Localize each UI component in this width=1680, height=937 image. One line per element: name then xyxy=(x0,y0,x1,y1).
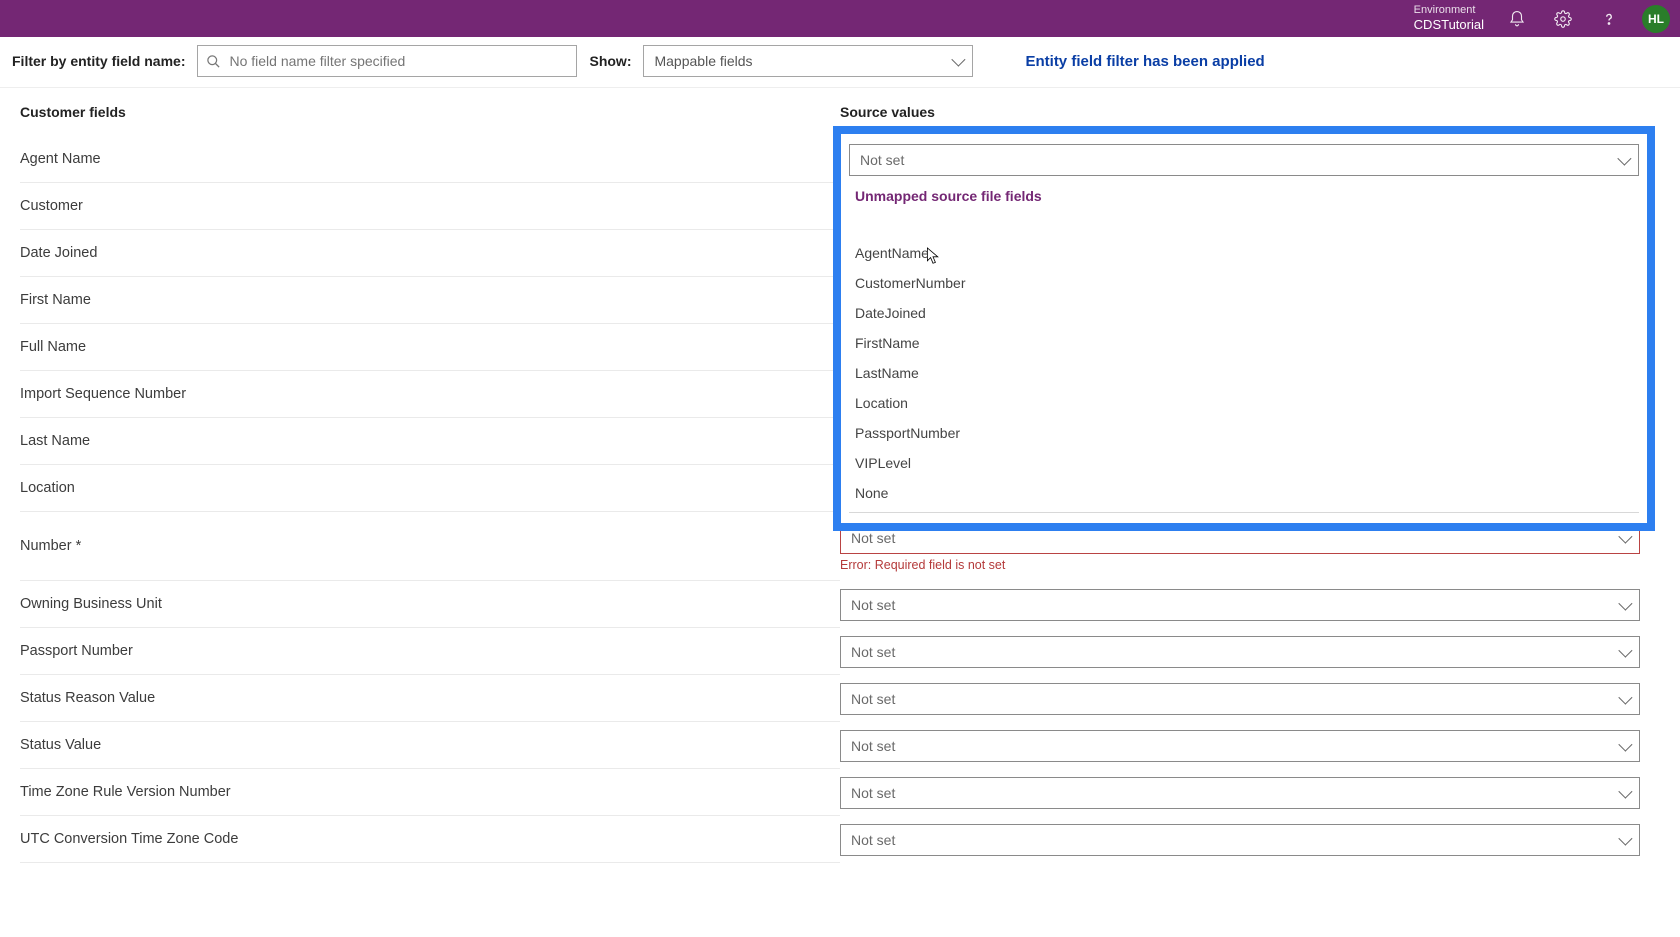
dropdown-option[interactable]: PassportNumber xyxy=(841,418,1647,448)
source-value-select[interactable]: Not set xyxy=(840,777,1640,809)
field-row: Date Joined xyxy=(20,230,840,277)
value-row: Not set xyxy=(840,675,1660,722)
source-value-select[interactable]: Not set xyxy=(840,730,1640,762)
value-row: Not set xyxy=(840,581,1660,628)
bell-icon[interactable] xyxy=(1508,10,1526,28)
divider xyxy=(849,512,1639,513)
chevron-down-icon xyxy=(1618,529,1632,543)
error-text: Error: Required field is not set xyxy=(840,558,1005,572)
dropdown-group-header: Unmapped source file fields xyxy=(841,186,1647,222)
filter-label: Filter by entity field name: xyxy=(12,53,185,69)
field-row: Agent Name xyxy=(20,136,840,183)
field-row: Status Value xyxy=(20,722,840,769)
customer-fields-column: Customer fields Agent Name Customer Date… xyxy=(20,98,840,863)
show-dropdown[interactable]: Mappable fields xyxy=(643,45,973,77)
source-value-select[interactable]: Not set xyxy=(840,824,1640,856)
chevron-down-icon xyxy=(952,53,966,67)
value-row: Not set xyxy=(840,816,1660,863)
environment-block[interactable]: Environment CDSTutorial xyxy=(1404,4,1484,33)
top-bar: Environment CDSTutorial HL xyxy=(0,0,1680,37)
chevron-down-icon xyxy=(1618,831,1632,845)
dropdown-option[interactable]: LastName xyxy=(841,358,1647,388)
field-row: First Name xyxy=(20,277,840,324)
search-icon xyxy=(206,54,221,69)
chevron-down-icon xyxy=(1618,784,1632,798)
source-dropdown-panel: Not set Unmapped source file fields Agen… xyxy=(833,126,1655,531)
avatar[interactable]: HL xyxy=(1642,5,1670,33)
dropdown-option[interactable]: CustomerNumber xyxy=(841,268,1647,298)
source-values-column: Source values Not set Unmapped source fi… xyxy=(840,98,1660,863)
show-dropdown-value: Mappable fields xyxy=(654,53,752,69)
dropdown-option[interactable]: FirstName xyxy=(841,328,1647,358)
dropdown-option[interactable]: AgentName xyxy=(841,238,1647,268)
dropdown-option[interactable]: Location xyxy=(841,388,1647,418)
field-row: Number * xyxy=(20,512,840,581)
field-row: Import Sequence Number xyxy=(20,371,840,418)
chevron-down-icon xyxy=(1618,643,1632,657)
field-row: Status Reason Value xyxy=(20,675,840,722)
dropdown-option[interactable]: VIPLevel xyxy=(841,448,1647,478)
value-row: Not set xyxy=(840,722,1660,769)
field-row: UTC Conversion Time Zone Code xyxy=(20,816,840,863)
field-row: Customer xyxy=(20,183,840,230)
dropdown-option[interactable]: None xyxy=(841,478,1647,508)
source-value-select[interactable]: Not set xyxy=(849,144,1639,176)
value-row: Not set xyxy=(840,769,1660,816)
source-value-select[interactable]: Not set xyxy=(840,636,1640,668)
dropdown-option[interactable]: DateJoined xyxy=(841,298,1647,328)
source-value-select[interactable]: Not set xyxy=(840,589,1640,621)
field-row: Time Zone Rule Version Number xyxy=(20,769,840,816)
show-label: Show: xyxy=(589,53,631,69)
filter-row: Filter by entity field name: Show: Mappa… xyxy=(0,37,1680,88)
chevron-down-icon xyxy=(1618,690,1632,704)
customer-fields-header: Customer fields xyxy=(20,98,840,136)
filter-input[interactable] xyxy=(229,53,568,69)
value-row: Not set xyxy=(840,628,1660,675)
field-row: Location xyxy=(20,465,840,512)
main-area: Customer fields Agent Name Customer Date… xyxy=(0,88,1680,883)
field-row: Owning Business Unit xyxy=(20,581,840,628)
environment-label: Environment xyxy=(1414,4,1484,17)
field-row: Last Name xyxy=(20,418,840,465)
chevron-down-icon xyxy=(1617,152,1631,166)
source-value-select[interactable]: Not set xyxy=(840,683,1640,715)
environment-name: CDSTutorial xyxy=(1414,17,1484,33)
chevron-down-icon xyxy=(1618,737,1632,751)
gear-icon[interactable] xyxy=(1554,10,1572,28)
field-row: Full Name xyxy=(20,324,840,371)
field-row: Passport Number xyxy=(20,628,840,675)
chevron-down-icon xyxy=(1618,596,1632,610)
help-icon[interactable] xyxy=(1600,10,1618,28)
filter-applied-message: Entity field filter has been applied xyxy=(1025,53,1264,70)
filter-input-wrap[interactable] xyxy=(197,45,577,77)
